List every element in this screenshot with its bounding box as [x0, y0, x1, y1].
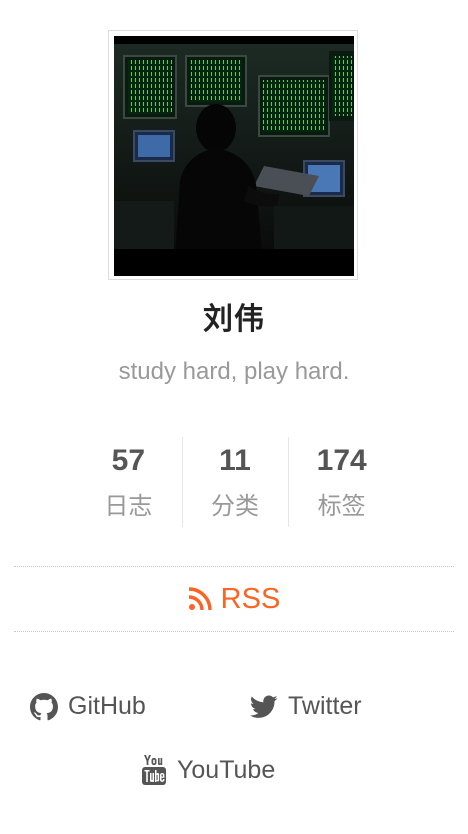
stat-tags-label: 标签: [317, 492, 366, 520]
rss-link[interactable]: RSS: [188, 582, 281, 616]
rss-icon: [188, 587, 212, 611]
author-name: 刘伟: [203, 302, 265, 337]
rss-label: RSS: [220, 582, 281, 615]
stat-tags-count: 174: [316, 444, 367, 477]
youtube-link[interactable]: YouTube: [141, 754, 275, 786]
github-icon: [30, 692, 58, 720]
stat-posts-label: 日志: [104, 492, 153, 520]
github-link[interactable]: GitHub: [30, 692, 146, 721]
stat-categories-label: 分类: [211, 492, 259, 520]
avatar-image: [114, 36, 354, 276]
site-stats: 57 日志 11 分类 174 标签: [75, 437, 395, 527]
twitter-icon: [250, 694, 278, 718]
rss-section: RSS: [14, 566, 454, 632]
stat-posts[interactable]: 57 日志: [75, 437, 182, 527]
youtube-icon: [142, 755, 166, 785]
github-label: GitHub: [68, 692, 146, 720]
twitter-label: Twitter: [288, 692, 362, 720]
stat-posts-count: 57: [111, 444, 146, 477]
stat-tags[interactable]: 174 标签: [288, 437, 395, 527]
stat-categories-count: 11: [219, 444, 251, 477]
author-avatar: [108, 30, 358, 280]
stat-categories[interactable]: 11 分类: [181, 437, 289, 527]
twitter-link[interactable]: Twitter: [250, 692, 362, 721]
author-description: study hard, play hard.: [118, 358, 350, 385]
youtube-label: YouTube: [177, 755, 276, 784]
